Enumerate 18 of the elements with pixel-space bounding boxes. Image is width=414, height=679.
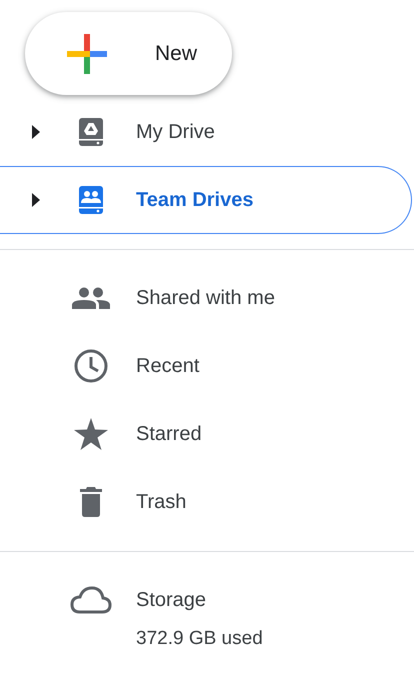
nav-item[interactable]: Team Drives	[0, 166, 412, 234]
nav-item[interactable]: My Drive	[0, 98, 414, 166]
storage-usage-text: 372.9 GB used	[136, 628, 263, 650]
new-button[interactable]: New	[25, 12, 232, 95]
clock-icon	[74, 349, 108, 383]
star-icon	[74, 418, 108, 450]
people-icon	[72, 287, 110, 309]
caret-icon[interactable]	[31, 193, 41, 207]
team-drive-icon	[79, 186, 103, 214]
nav-item[interactable]: Trash	[0, 468, 414, 536]
nav-item[interactable]: Starred	[0, 400, 414, 468]
cloud-icon	[70, 586, 112, 614]
nav-item[interactable]: Shared with me	[0, 264, 414, 332]
nav-item[interactable]: Recent	[0, 332, 414, 400]
plus-icon	[67, 34, 107, 74]
caret-icon[interactable]	[31, 125, 41, 139]
trash-icon	[80, 487, 102, 517]
drive-icon	[79, 118, 103, 146]
